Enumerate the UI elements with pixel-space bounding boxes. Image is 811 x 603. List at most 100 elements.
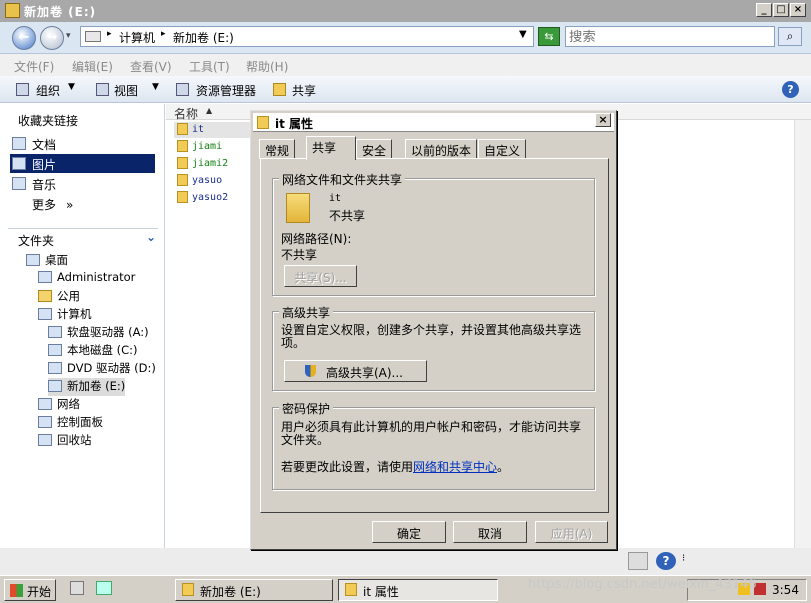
- pictures-icon: [12, 157, 26, 170]
- dialog-titlebar: it 属性: [253, 113, 614, 132]
- group-title: 高级共享: [279, 304, 334, 321]
- task-explorer[interactable]: 新加卷 (E:): [175, 579, 333, 601]
- tree-label: 桌面: [45, 253, 68, 267]
- menu-view[interactable]: 查看(V): [130, 58, 172, 75]
- share-button[interactable]: 共享: [292, 82, 316, 99]
- share-button[interactable]: 共享(S)...: [284, 265, 357, 287]
- window-title: 新加卷 (E:): [24, 5, 97, 19]
- show-desktop-icon[interactable]: [96, 581, 112, 595]
- file-name: yasuo2: [192, 192, 229, 203]
- tree-new-volume[interactable]: 新加卷 (E:): [48, 378, 126, 396]
- folder-icon: [177, 123, 188, 135]
- close-button[interactable]: ×: [790, 3, 806, 17]
- help-icon[interactable]: ?: [782, 81, 799, 98]
- folder-icon: [5, 3, 20, 18]
- crumb-volume[interactable]: 新加卷 (E:): [173, 29, 234, 46]
- chevron-right-icon: »: [66, 198, 74, 212]
- task-properties[interactable]: it 属性: [338, 579, 498, 601]
- dialog-close-button[interactable]: ×: [595, 113, 611, 127]
- tree-dvd[interactable]: DVD 驱动器 (D:): [48, 360, 156, 378]
- views-dropdown-icon[interactable]: ▼: [152, 82, 159, 92]
- recent-pages-chevron-icon[interactable]: ▾: [66, 31, 71, 41]
- tab-security[interactable]: 安全: [356, 139, 393, 159]
- tree-computer[interactable]: 计算机: [38, 306, 92, 324]
- address-bar[interactable]: ▸ 计算机 ▸ 新加卷 (E:) ▼: [80, 26, 534, 47]
- vertical-scrollbar[interactable]: [794, 120, 811, 550]
- folder-icon: [177, 140, 188, 152]
- file-row[interactable]: jiami2: [174, 156, 228, 172]
- file-row[interactable]: yasuo2: [174, 190, 228, 206]
- tree-network[interactable]: 网络: [38, 396, 80, 414]
- tree-floppy[interactable]: 软盘驱动器 (A:): [48, 324, 149, 342]
- file-row[interactable]: it: [174, 122, 254, 138]
- tree-local-disk[interactable]: 本地磁盘 (C:): [48, 342, 138, 360]
- shield-icon: [305, 365, 316, 377]
- refresh-icon[interactable]: ⇆: [538, 27, 560, 46]
- apply-button[interactable]: 应用(A): [535, 521, 608, 543]
- change-suffix: 。: [497, 460, 510, 474]
- tree-label: 计算机: [57, 307, 92, 321]
- views-button[interactable]: 视图: [114, 82, 138, 99]
- more-link[interactable]: 更多 »: [32, 196, 73, 213]
- help-icon[interactable]: ?: [656, 552, 676, 570]
- explorer-button[interactable]: 资源管理器: [196, 82, 256, 99]
- tab-customize[interactable]: 自定义: [478, 139, 527, 159]
- navigation-pane: 收藏夹链接 文档 图片 音乐 更多 » 文件夹 ⌄ 桌面 Administrato…: [0, 104, 165, 569]
- views-icon: [96, 83, 109, 96]
- advanced-sharing-description: 设置自定义权限，创建多个共享，并设置其他高级共享选项。: [281, 323, 582, 350]
- address-dropdown-icon[interactable]: ▼: [519, 29, 527, 40]
- tree-label: 网络: [57, 397, 80, 411]
- forward-button[interactable]: →: [40, 26, 64, 50]
- tree-desktop[interactable]: 桌面: [26, 252, 68, 270]
- menu-help[interactable]: 帮助(H): [246, 58, 288, 75]
- tab-sharing[interactable]: 共享: [306, 136, 356, 160]
- organize-button[interactable]: 组织: [36, 82, 60, 99]
- file-name: it: [192, 124, 205, 135]
- cancel-button[interactable]: 取消: [453, 521, 527, 543]
- column-name[interactable]: 名称: [174, 105, 198, 122]
- file-name: jiami: [192, 141, 223, 152]
- clock[interactable]: 3:54: [772, 583, 799, 597]
- tree-administrator[interactable]: Administrator: [38, 270, 135, 288]
- expand-chevron-icon[interactable]: ⁝: [682, 553, 685, 564]
- file-row[interactable]: jiami: [174, 139, 222, 155]
- more-label: 更多: [32, 198, 57, 212]
- network-sharing-center-link[interactable]: 网络和共享中心: [413, 460, 497, 474]
- organize-icon: [16, 83, 29, 96]
- maximize-button[interactable]: □: [773, 3, 789, 17]
- quick-launch-icon[interactable]: [70, 581, 84, 595]
- file-row[interactable]: yasuo: [174, 173, 222, 189]
- tree-control-panel[interactable]: 控制面板: [38, 414, 103, 432]
- status-bar: ? ⁝: [0, 548, 811, 575]
- favorite-label: 音乐: [32, 178, 57, 192]
- menu-tools[interactable]: 工具(T): [189, 58, 230, 75]
- advanced-sharing-label: 高级共享(A)...: [325, 366, 404, 380]
- folder-icon: [177, 191, 188, 203]
- tab-general[interactable]: 常规: [259, 139, 296, 159]
- crumb-separator-icon: ▸: [107, 29, 112, 39]
- start-button[interactable]: 开始: [4, 579, 56, 601]
- tree-recycle-bin[interactable]: 回收站: [38, 432, 92, 450]
- folder-icon: [257, 116, 269, 129]
- search-input[interactable]: [565, 26, 775, 47]
- organize-dropdown-icon[interactable]: ▼: [68, 82, 75, 92]
- tab-previous-versions[interactable]: 以前的版本: [405, 139, 478, 159]
- divider: [8, 228, 158, 229]
- tree-public[interactable]: 公用: [38, 288, 80, 306]
- favorite-pictures[interactable]: 图片: [10, 154, 155, 173]
- favorite-music[interactable]: 音乐: [10, 174, 155, 193]
- ok-button[interactable]: 确定: [372, 521, 446, 543]
- favorite-documents[interactable]: 文档: [10, 134, 155, 153]
- crumb-computer[interactable]: 计算机: [119, 29, 155, 46]
- minimize-button[interactable]: _: [756, 3, 772, 17]
- menu-file[interactable]: 文件(F): [14, 58, 54, 75]
- back-button[interactable]: ←: [12, 26, 36, 50]
- search-icon[interactable]: ⌕: [778, 27, 802, 46]
- task-label: 新加卷 (E:): [200, 585, 261, 599]
- menu-edit[interactable]: 编辑(E): [72, 58, 113, 75]
- folders-header[interactable]: 文件夹: [18, 232, 54, 249]
- collapse-chevron-icon[interactable]: ⌄: [146, 230, 156, 244]
- password-change-text: 若要更改此设置，请使用网络和共享中心。: [281, 458, 509, 475]
- properties-dialog: it 属性 × 常规 共享 安全 以前的版本 自定义 网络文件和文件夹共享 it…: [250, 110, 617, 550]
- advanced-sharing-button[interactable]: 高级共享(A)...: [284, 360, 427, 382]
